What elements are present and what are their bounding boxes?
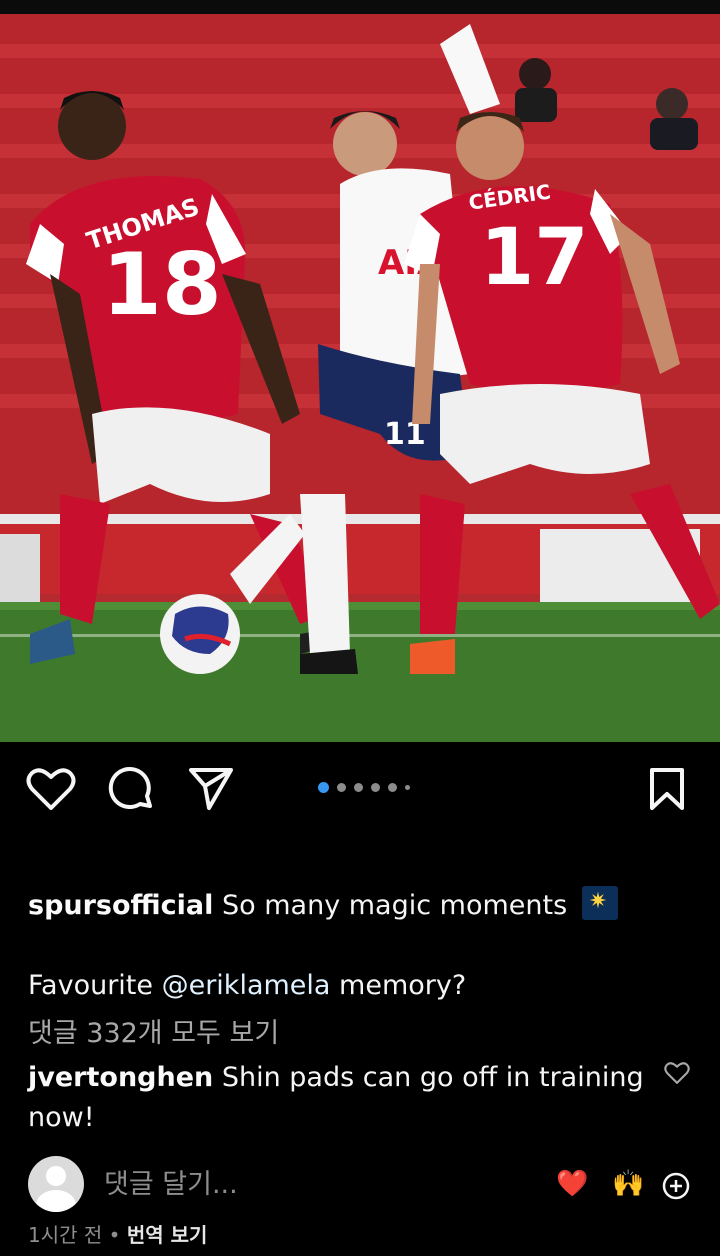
see-translation-link[interactable]: 번역 보기	[127, 1223, 208, 1247]
sparkler-emoji-icon: ✷	[581, 886, 618, 920]
like-button[interactable]	[24, 762, 78, 816]
carousel-dot-active	[318, 781, 329, 793]
heart-outline-icon	[26, 768, 76, 810]
caption-username[interactable]: spursofficial	[28, 890, 213, 921]
status-bar	[0, 0, 720, 14]
share-button[interactable]	[184, 762, 238, 816]
comment-username[interactable]: jvertonghen	[28, 1062, 213, 1093]
add-emoji-button[interactable]	[660, 1170, 692, 1202]
post-time: 1시간 전	[28, 1223, 103, 1247]
comment-input[interactable]	[104, 1164, 524, 1204]
paper-plane-icon	[189, 768, 233, 810]
svg-text:17: 17	[480, 213, 589, 303]
post-photo[interactable]: THOMAS 18 AIA 11	[0, 14, 720, 742]
meta-separator: •	[108, 1223, 121, 1247]
bookmark-icon	[650, 768, 684, 810]
svg-text:18: 18	[102, 235, 222, 335]
avatar	[28, 1156, 84, 1212]
caption-line2-after: memory?	[330, 970, 467, 1001]
heart-outline-icon	[664, 1062, 690, 1084]
carousel-dot	[354, 782, 363, 792]
quick-reaction-raised-hands[interactable]: 🙌	[612, 1164, 644, 1204]
speech-bubble-icon	[108, 767, 152, 809]
caption-mention-link[interactable]: @eriklamela	[162, 970, 331, 1001]
comment-like-button[interactable]	[660, 1058, 694, 1088]
football-match-illustration: THOMAS 18 AIA 11	[0, 14, 720, 742]
add-comment-row: ❤️ 🙌	[0, 1150, 720, 1220]
post-caption: spursofficial So many magic moments ✷	[28, 884, 688, 928]
caption-line-2: Favourite @eriklamela memory?	[28, 964, 466, 1008]
caption-text: So many magic moments	[222, 890, 568, 921]
carousel-indicator	[318, 780, 418, 794]
top-comment: jvertonghen Shin pads can go off in trai…	[28, 1058, 648, 1138]
caption-line2-before: Favourite	[28, 970, 162, 1001]
comment-button[interactable]	[104, 762, 158, 816]
post-actions-bar	[0, 742, 720, 834]
carousel-dot-small	[405, 784, 410, 790]
quick-reaction-heart[interactable]: ❤️	[556, 1164, 588, 1204]
plus-circle-icon	[662, 1172, 690, 1200]
carousel-dot	[337, 782, 346, 792]
carousel-dot	[388, 782, 397, 792]
carousel-dot	[371, 782, 380, 792]
post-meta: 1시간 전 • 번역 보기	[28, 1220, 207, 1250]
view-all-comments-link[interactable]: 댓글 332개 모두 보기	[28, 1012, 279, 1056]
save-button[interactable]	[640, 762, 694, 816]
